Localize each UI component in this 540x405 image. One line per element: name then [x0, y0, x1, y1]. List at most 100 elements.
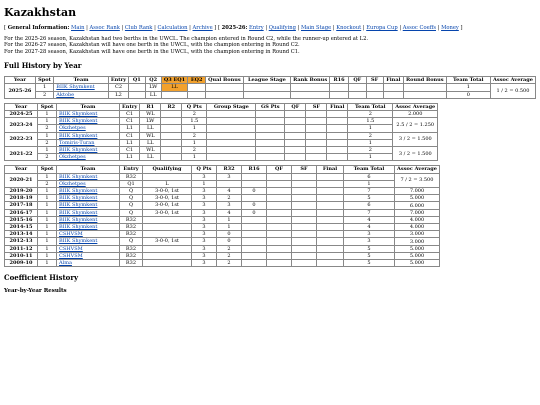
team-link[interactable]: BIIK Shymkent [59, 210, 97, 216]
spot-cell: 1 [37, 131, 57, 140]
team-link[interactable]: Okzhetpes [59, 181, 86, 187]
q-pts-cell: 2 [181, 110, 208, 119]
history-table-mid: Year Spot Team Entry R1 R2 Q Pts Group Stage GS … [4, 102, 439, 162]
team-link[interactable]: BIIK Shymkent [59, 224, 97, 230]
empty-cell [316, 201, 344, 210]
year-cell: 2023-24 [4, 117, 38, 133]
q-pts-cell: 2 [181, 146, 208, 155]
team-total-cell: 1 [347, 153, 394, 162]
empty-cell [284, 117, 307, 126]
eq2-cell [187, 83, 207, 92]
q-pts-cell: 3 [191, 251, 217, 261]
qualifying-cell: 3-0-0, 1st [142, 194, 192, 203]
assoc-average-cell: 7 / 2 = 3.500 [394, 172, 440, 189]
team-link[interactable]: BIIK Shymkent [59, 174, 97, 180]
team-cell: BIIK Shymkent [56, 201, 120, 210]
assoc-average-cell: 3 / 2 = 1.500 [392, 146, 439, 162]
q-pts-cell: 3 [191, 223, 217, 232]
spot-cell: 1 [37, 244, 57, 253]
team-link[interactable]: BIIK Shymkent [59, 111, 97, 117]
team-link[interactable]: CSHVSM [59, 246, 83, 252]
nav-link-main-stage[interactable]: Main Stage [301, 25, 331, 31]
table-row: 2012-13 1 BIIK Shymkent Q 3-0-0, 1st 3 0 3 3.000 [4, 237, 440, 246]
team-link[interactable]: BIIK Shymkent [59, 202, 97, 208]
year-cell: 2024-25 [4, 110, 38, 119]
team-link[interactable]: CSHVSM [59, 231, 83, 237]
empty-cell [206, 146, 257, 155]
r32-cell: 2 [216, 251, 242, 261]
qualifying-cell [142, 215, 192, 225]
r2-cell [160, 153, 183, 162]
team-cell: CSHVSM [56, 244, 120, 253]
team-total-cell: 2 [347, 131, 394, 140]
nav-link-knockout[interactable]: Knockout [336, 25, 361, 31]
spot-cell: 2 [37, 124, 57, 133]
entry-cell: C1 [118, 110, 141, 119]
nav-link-archive[interactable]: Archive [193, 25, 213, 31]
r32-cell: 0 [216, 237, 242, 246]
q-pts-cell: 1 [181, 153, 208, 162]
column-header: Qual Bonus [205, 76, 244, 85]
team-total-cell: 5 [343, 251, 395, 261]
team-link[interactable]: BIIK Shymkent [59, 217, 97, 223]
empty-cell [291, 201, 317, 210]
nav-link-entry[interactable]: Entry [249, 25, 264, 31]
empty-cell [255, 110, 286, 119]
table-row: 2 Okzhetpes L1 LL 1 1 [5, 124, 438, 133]
team-link[interactable]: BIIK Shymkent [59, 188, 97, 194]
q2-cell: LL [144, 90, 162, 99]
column-header: Entry [119, 165, 143, 174]
empty-cell [284, 138, 307, 148]
entry-cell: R32 [119, 244, 143, 253]
r2-cell [160, 131, 183, 140]
team-link[interactable]: BIIK Shymkent [59, 238, 97, 244]
column-header: Rank Bonus [290, 76, 331, 85]
team-link[interactable]: BIIK Shymkent [59, 133, 97, 139]
team-link[interactable]: BIIK Shymkent [59, 147, 97, 153]
r1-cell: WL [139, 146, 162, 155]
nav-link-main[interactable]: Main [71, 25, 84, 31]
empty-cell [382, 90, 404, 99]
general-label: General Information [7, 25, 68, 31]
qualifying-cell [142, 251, 192, 261]
table-row: 2016-17 1 BIIK Shymkent Q 3-0-0, 1st 3 4 0 7 7.00… [4, 208, 440, 217]
team-link[interactable]: Okzhetpes [59, 154, 86, 160]
table-row: 2024-25 1 BIIK Shymkent C1 WL 2 2 2.000 [4, 110, 439, 119]
entry-cell: C2 [107, 83, 130, 92]
team-cell: BIIK Shymkent [56, 146, 120, 155]
empty-cell [266, 215, 292, 225]
nav-link-club-rank[interactable]: Club Rank [125, 25, 153, 31]
column-header: QF [348, 76, 367, 85]
team-link[interactable]: Alma [59, 260, 72, 266]
column-header: Qualifying [142, 165, 192, 174]
team-link[interactable]: Okzhetpes [59, 125, 86, 131]
nav-link-assoc-coeffs[interactable]: Assoc Coeffs [403, 25, 436, 31]
year-by-year-heading: Year-by-Year Results [4, 288, 67, 295]
team-link[interactable]: BIIK Shymkent [59, 118, 97, 124]
nav-link-assoc-rank[interactable]: Assoc Rank [89, 25, 119, 31]
empty-cell [206, 110, 257, 119]
empty-cell [305, 124, 328, 133]
r16-cell [241, 215, 267, 225]
team-total-cell: 7 [343, 208, 395, 217]
empty-cell [316, 259, 344, 268]
nav-link-money[interactable]: Money [441, 25, 459, 31]
empty-cell [255, 153, 286, 162]
spot-cell: 2 [37, 179, 57, 189]
q-pts-cell: 3 [191, 259, 217, 268]
team-total-cell: 5 [343, 244, 395, 253]
entry-cell: R32 [119, 215, 143, 225]
team-link[interactable]: BIIK Shymkent [59, 195, 97, 201]
spot-cell: 1 [37, 237, 57, 246]
nav-link-qualifying[interactable]: Qualifying [269, 25, 296, 31]
team-link[interactable]: Aktobe [56, 92, 74, 98]
nav-link-calculation[interactable]: Calculation [158, 25, 188, 31]
team-link[interactable]: CSHVSM [59, 253, 83, 259]
table-row: 2 Aktobe L2 LL 0 [5, 90, 536, 99]
history-heading: Full History by Year [4, 61, 82, 71]
team-link[interactable]: BIIK Shymkent [56, 84, 94, 90]
team-link[interactable]: Tomiris-Turan [59, 140, 95, 146]
nav-link-europa-cup[interactable]: Europa Cup [366, 25, 397, 31]
year-cell: 2011-12 [4, 244, 38, 253]
r32-cell: 2 [216, 194, 242, 203]
